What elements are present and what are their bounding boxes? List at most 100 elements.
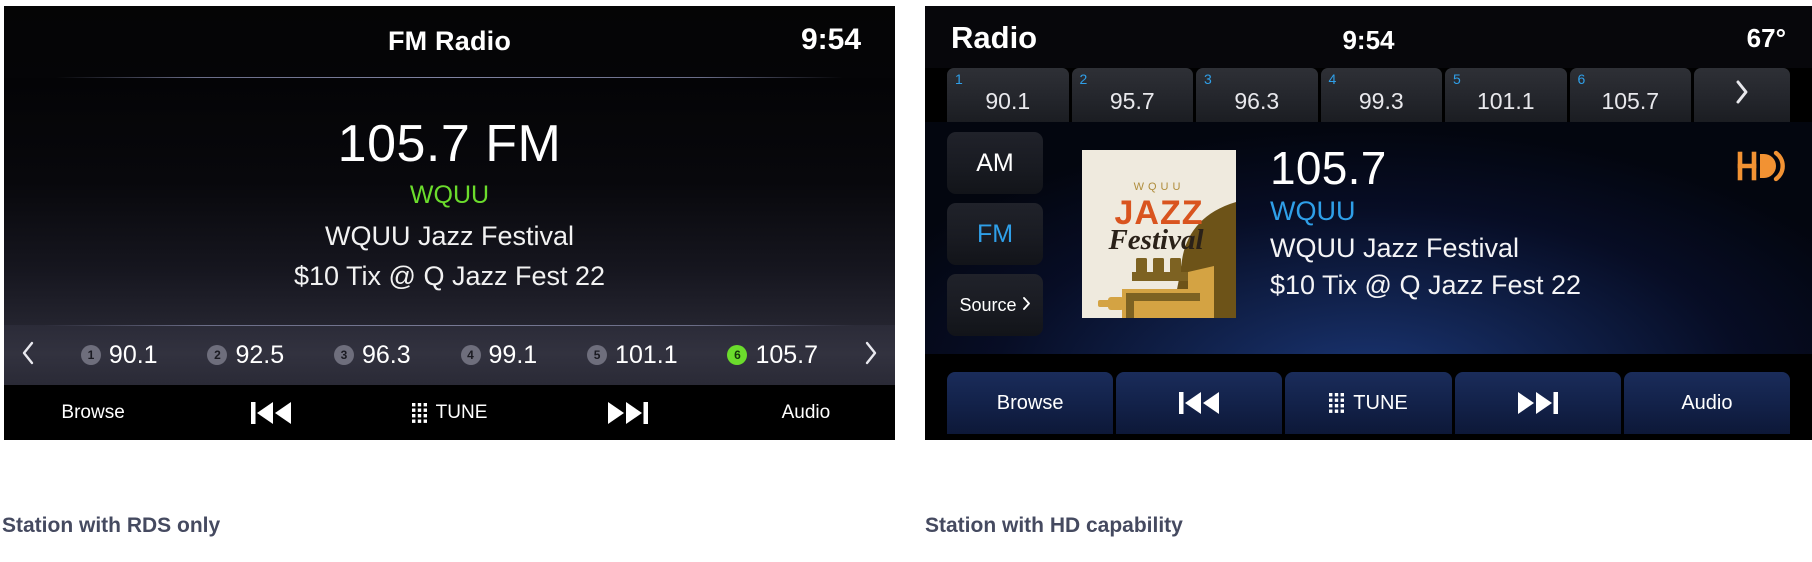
rds-preset-3-number: 3 — [333, 345, 354, 365]
svg-text:Festival: Festival — [1107, 224, 1204, 256]
rds-audio-label: Audio — [781, 401, 831, 423]
rds-preset-4-number: 4 — [460, 345, 481, 365]
rds-audio-button[interactable]: Audio — [717, 385, 895, 440]
svg-text:WQUU: WQUU — [1134, 181, 1185, 193]
hd-preset-4[interactable]: 4 99.3 — [1320, 68, 1442, 122]
rds-preset-2[interactable]: 2 92.5 — [207, 341, 284, 370]
rds-preset-4[interactable]: 4 99.1 — [460, 340, 538, 370]
hd-now-playing: 105.7 WQUU WQUU Jazz Festival $10 Tix @ … — [1270, 144, 1692, 301]
hd-side-buttons: AM FM Source — [947, 132, 1043, 345]
rds-preset-2-value: 92.5 — [235, 340, 285, 369]
rds-tune-button[interactable]: TUNE — [360, 385, 538, 440]
hd-fm-button[interactable]: FM — [947, 203, 1043, 265]
hd-preset-5[interactable]: 5 101.1 — [1445, 68, 1567, 122]
hd-radio-text: $10 Tix @ Q Jazz Fest 22 — [1270, 270, 1582, 301]
hd-tune-button[interactable]: TUNE — [1285, 372, 1452, 434]
rds-previous-button[interactable] — [182, 385, 360, 440]
hd-tune-label: TUNE — [1353, 391, 1408, 414]
hd-preset-1[interactable]: 1 90.1 — [947, 68, 1069, 122]
chevron-right-icon — [1734, 79, 1750, 112]
rds-toolbar: Browse TUNE Audio — [4, 385, 895, 440]
next-track-icon — [606, 400, 650, 426]
hd-radio-icon — [1734, 144, 1790, 188]
hd-header-clock: 9:54 — [1342, 25, 1395, 55]
hd-fm-label: FM — [976, 219, 1014, 248]
hd-call-sign: WQUU — [1270, 196, 1356, 227]
rds-preset-prev-icon[interactable] — [4, 341, 52, 370]
hd-audio-label: Audio — [1681, 391, 1733, 414]
rds-preset-3[interactable]: 3 96.3 — [333, 340, 411, 370]
rds-preset-5[interactable]: 5 101.1 — [587, 341, 678, 370]
rds-header: FM Radio 9:54 — [4, 6, 895, 78]
chevron-right-icon — [1022, 296, 1031, 315]
hd-album-art[interactable]: WQUU JAZZ Festival — [1082, 150, 1236, 318]
hd-preset-2-value: 95.7 — [1109, 88, 1155, 114]
hd-preset-5-value: 101.1 — [1476, 88, 1535, 114]
hd-preset-4-number: 4 — [1328, 71, 1337, 87]
rds-header-title: FM Radio — [387, 26, 512, 56]
hd-browse-label: Browse — [996, 391, 1064, 414]
hd-source-label: Source — [959, 294, 1017, 315]
hd-preset-6-value: 105.7 — [1601, 88, 1660, 114]
rds-preset-5-number: 5 — [587, 345, 608, 365]
previous-track-icon — [1177, 390, 1221, 416]
hd-preset-bar: 1 90.1 2 95.7 3 96.3 4 99.3 5 101.1 6 10… — [947, 68, 1790, 122]
keypad-grid-icon — [1329, 393, 1345, 413]
hd-main-area: AM FM Source WQUU JAZZ Festival 105.7 WQ… — [925, 122, 1812, 354]
caption-left: Station with RDS only — [2, 514, 221, 537]
rds-preset-4-value: 99.1 — [488, 340, 538, 369]
hd-audio-button[interactable]: Audio — [1623, 372, 1791, 434]
rds-preset-list: 1 90.1 2 92.5 3 96.3 4 99.1 5 101.1 6 10… — [52, 341, 847, 370]
caption-right: Station with HD capability — [925, 514, 1183, 537]
hd-preset-5-number: 5 — [1453, 71, 1461, 87]
rds-preset-6[interactable]: 6 105.7 — [727, 341, 818, 370]
hd-toolbar: Browse TUNE Audio — [947, 372, 1791, 434]
hd-preset-6-number: 6 — [1577, 71, 1586, 87]
page-root: FM Radio 9:54 105.7 FM WQUU WQUU Jazz Fe… — [0, 0, 1812, 562]
hd-frequency: 105.7 — [1270, 142, 1387, 194]
rds-browse-button[interactable]: Browse — [4, 385, 182, 440]
hd-previous-button[interactable] — [1116, 372, 1283, 434]
hd-preset-next-page-button[interactable] — [1694, 68, 1790, 122]
hd-program-title: WQUU Jazz Festival — [1270, 233, 1520, 264]
rds-tune-label: TUNE — [435, 401, 488, 423]
hd-header-temperature: 67° — [1746, 23, 1786, 53]
hd-preset-3-value: 96.3 — [1234, 88, 1280, 114]
hd-preset-2[interactable]: 2 95.7 — [1071, 68, 1193, 122]
rds-radio-screen: FM Radio 9:54 105.7 FM WQUU WQUU Jazz Fe… — [4, 6, 895, 440]
hd-browse-button[interactable]: Browse — [947, 372, 1114, 434]
rds-preset-2-number: 2 — [207, 345, 228, 365]
rds-radio-text: $10 Tix @ Q Jazz Fest 22 — [293, 261, 606, 291]
previous-track-icon — [249, 400, 293, 426]
rds-call-sign: WQUU — [409, 181, 490, 209]
hd-header: Radio 9:54 67° — [925, 6, 1812, 68]
hd-radio-screen: Radio 9:54 67° 1 90.1 2 95.7 3 96.3 4 99… — [925, 6, 1812, 440]
hd-source-button[interactable]: Source — [947, 274, 1043, 336]
rds-frequency: 105.7 FM — [337, 115, 562, 173]
rds-preset-next-icon[interactable] — [847, 341, 895, 370]
hd-am-label: AM — [976, 148, 1014, 177]
hd-preset-1-number: 1 — [955, 71, 963, 87]
rds-preset-5-value: 101.1 — [615, 340, 678, 369]
rds-program-title: WQUU Jazz Festival — [324, 221, 575, 251]
hd-preset-2-number: 2 — [1079, 71, 1088, 87]
rds-preset-1[interactable]: 1 90.1 — [80, 340, 158, 370]
rds-preset-6-value: 105.7 — [755, 340, 819, 369]
rds-header-clock: 9:54 — [800, 23, 861, 56]
hd-next-button[interactable] — [1454, 372, 1621, 434]
hd-preset-1-value: 90.1 — [985, 88, 1031, 114]
rds-preset-1-value: 90.1 — [108, 340, 158, 369]
rds-browse-label: Browse — [61, 401, 125, 423]
hd-preset-3-number: 3 — [1204, 71, 1212, 87]
rds-next-button[interactable] — [539, 385, 717, 440]
rds-preset-bar: 1 90.1 2 92.5 3 96.3 4 99.1 5 101.1 6 10… — [4, 325, 895, 385]
rds-preset-1-number: 1 — [80, 345, 101, 365]
hd-preset-6[interactable]: 6 105.7 — [1569, 68, 1691, 122]
rds-preset-6-number: 6 — [727, 345, 748, 365]
hd-preset-4-value: 99.3 — [1358, 88, 1404, 114]
hd-preset-3[interactable]: 3 96.3 — [1196, 68, 1318, 122]
next-track-icon — [1516, 390, 1560, 416]
rds-preset-3-value: 96.3 — [361, 340, 411, 369]
rds-now-playing: 105.7 FM WQUU WQUU Jazz Festival $10 Tix… — [4, 78, 895, 325]
hd-am-button[interactable]: AM — [947, 132, 1043, 194]
